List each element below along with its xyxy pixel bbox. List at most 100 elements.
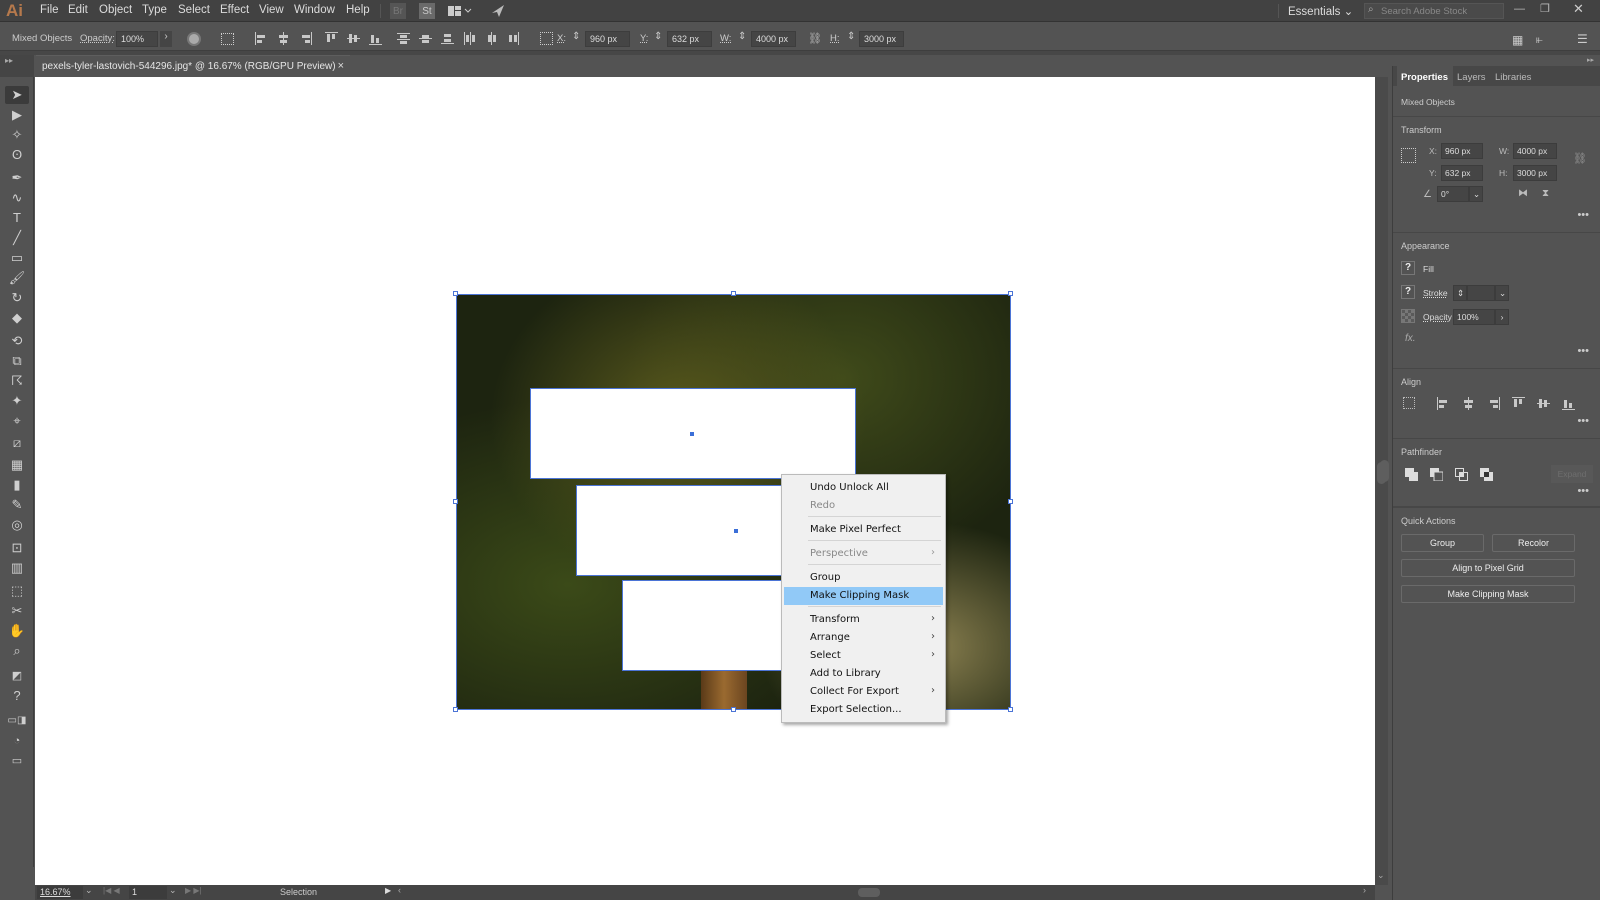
lasso-tool-icon[interactable]: ʘ [5,146,29,164]
flip-horizontal-icon[interactable]: ⧓ [1518,188,1528,199]
pathfinder-more-icon[interactable]: ••• [1577,485,1589,497]
hand-tool-icon[interactable]: ✋ [5,622,29,640]
distribute-horizontal-center-icon[interactable] [485,32,498,45]
fill-stroke-swatch-icon[interactable]: ? [5,687,29,705]
make-clipping-mask-button[interactable]: Make Clipping Mask [1401,585,1575,603]
menu-window[interactable]: Window [294,4,335,16]
status-menu-icon[interactable]: ▶ [385,886,391,895]
control-menu-icon[interactable]: ☰ [1577,32,1588,46]
rectangle-tool-icon[interactable]: ▭ [5,249,29,267]
selection-handle[interactable] [731,291,736,296]
distribute-left-icon[interactable] [463,32,476,45]
rotate-tool-icon[interactable]: ⟲ [5,332,29,350]
stroke-weight-stepper-icon[interactable]: ⇕ [1453,285,1467,301]
toolbar-collapse-icon[interactable]: ▸▸ [0,55,34,77]
stroke-swatch[interactable]: ? [1401,285,1415,299]
white-rectangle-2[interactable] [576,485,796,576]
mesh-tool-icon[interactable]: ▦ [5,456,29,474]
line-tool-icon[interactable]: ╱ [5,229,29,247]
slice-tool-icon[interactable]: ✂ [5,602,29,620]
magic-wand-tool-icon[interactable]: ✧ [5,126,29,144]
distribute-vertical-center-icon[interactable] [419,32,432,45]
shaper-tool-icon[interactable]: ↻ [5,289,29,307]
appearance-more-icon[interactable]: ••• [1577,345,1589,357]
close-window-icon[interactable]: ✕ [1573,1,1584,17]
context-menu-item-group[interactable]: Group [784,569,943,587]
context-menu-item-export-selection[interactable]: Export Selection... [784,701,943,719]
tab-properties[interactable]: Properties [1401,72,1448,83]
selection-handle[interactable] [453,707,458,712]
panel-align-vertical-center-icon[interactable] [1537,397,1550,410]
context-menu-item-perspective[interactable]: Perspective › [784,545,943,563]
menu-effect[interactable]: Effect [220,4,249,16]
constrain-proportions-icon[interactable]: ⛓ [808,32,822,45]
white-rectangle-3[interactable] [622,580,782,671]
document-tab[interactable]: pexels-tyler-lastovich-544296.jpg* @ 16.… [36,55,350,77]
opacity-field[interactable]: 100% [1453,309,1495,325]
opacity-field[interactable]: 100% [116,31,158,47]
panel-align-horizontal-center-icon[interactable] [1462,397,1475,410]
pathfinder-minus-front-icon[interactable] [1430,468,1443,481]
context-menu-item-transform[interactable]: Transform › [784,611,943,629]
width-tool-icon[interactable]: ✦ [5,392,29,410]
zoom-level-field[interactable]: 16.67% [37,886,83,899]
reference-point-icon[interactable] [1401,148,1416,163]
context-menu-item-collect-for-export[interactable]: Collect For Export › [784,683,943,701]
menu-type[interactable]: Type [142,4,167,16]
rotate-field[interactable]: 0° [1437,186,1469,202]
selection-handle[interactable] [453,499,458,504]
horizontal-scroll-thumb[interactable] [858,888,880,897]
menu-object[interactable]: Object [99,4,132,16]
stroke-weight-field[interactable] [1467,285,1495,301]
pathfinder-exclude-icon[interactable] [1480,468,1493,481]
panel-align-top-icon[interactable] [1512,397,1525,410]
panel-align-right-icon[interactable] [1487,397,1500,410]
stroke-weight-dropdown-icon[interactable]: ⌄ [1495,285,1509,301]
scroll-down-icon[interactable]: ⌄ [1377,870,1385,881]
align-more-icon[interactable]: ••• [1577,415,1589,427]
stock-icon[interactable]: St [419,3,435,19]
opacity-label[interactable]: Opacity [1423,312,1452,322]
align-horizontal-center-icon[interactable] [277,32,290,45]
context-menu-item-add-to-library[interactable]: Add to Library [784,665,943,683]
curvature-tool-icon[interactable]: ∿ [5,189,29,207]
fill-label[interactable]: Fill [1423,264,1434,274]
eraser-tool-icon[interactable]: ◆ [5,309,29,327]
rotate-dropdown-icon[interactable]: ⌄ [1469,186,1483,202]
panel-scroll-thumb[interactable] [1380,460,1389,482]
flip-vertical-icon[interactable]: ⧗ [1542,188,1549,199]
reference-point-icon[interactable] [540,32,553,45]
drawing-mode-icon[interactable]: ◔ [5,732,29,750]
eyedropper-tool-icon[interactable]: ✎ [5,496,29,514]
context-menu-item-undo-unlock-all[interactable]: Undo Unlock All [784,479,943,497]
menu-view[interactable]: View [259,4,284,16]
arrange-documents-icon[interactable] [447,3,473,19]
selection-handle[interactable] [453,291,458,296]
blend-tool-icon[interactable]: ◎ [5,516,29,534]
panel-align-bottom-icon[interactable] [1562,397,1575,410]
opacity-expand-icon[interactable]: › [160,31,172,47]
h-stepper-icon[interactable]: ⇕ [847,31,855,42]
transform-menu-icon[interactable]: ⫦ [1536,32,1543,47]
bridge-icon[interactable]: Br [390,3,406,19]
next-artboard-icon[interactable]: ▶ ▶| [185,886,202,895]
pen-tool-icon[interactable]: ✒ [5,169,29,187]
screen-mode-icon[interactable]: ▭ [5,752,29,770]
w-field[interactable]: 4000 px [751,31,796,47]
perspective-grid-tool-icon[interactable]: ⧄ [5,434,29,452]
recolor-artwork-icon[interactable] [187,32,201,46]
free-transform-tool-icon[interactable]: ⌖ [5,412,29,430]
gpu-performance-icon[interactable] [490,3,506,19]
scroll-left-icon[interactable]: ‹ [398,885,401,895]
default-fill-stroke-icon[interactable]: ◩ [5,667,29,685]
puppet-warp-tool-icon[interactable]: ☈ [5,372,29,390]
distribute-right-icon[interactable] [507,32,520,45]
paintbrush-tool-icon[interactable]: 🖌 [5,269,29,287]
transform-h-field[interactable]: 3000 px [1513,165,1557,181]
selection-tool-icon[interactable]: ➤ [5,86,29,104]
color-mode-icon[interactable]: ▭◨ [5,712,29,730]
context-menu-item-select[interactable]: Select › [784,647,943,665]
align-top-icon[interactable] [325,32,338,45]
artboard-number-field[interactable]: 1 [129,886,167,899]
constrain-proportions-icon[interactable]: ⛓ [1573,152,1587,165]
